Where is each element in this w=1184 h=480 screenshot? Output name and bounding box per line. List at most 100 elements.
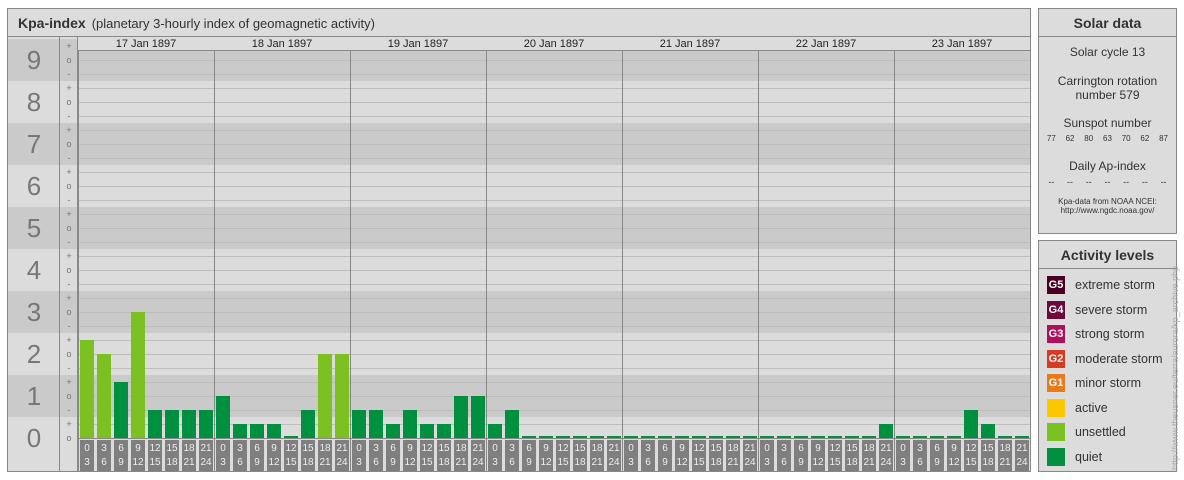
title: Kpa-index: [18, 15, 86, 31]
interval-start: 18: [455, 443, 467, 454]
gridline: [78, 242, 1030, 243]
interval-start: 15: [166, 443, 178, 454]
interval-label: 12 15: [828, 440, 842, 471]
interval-end: 15: [829, 457, 841, 468]
kp-bar: [131, 312, 145, 438]
kp-bar: [692, 436, 706, 438]
solar-cycle: Solar cycle 13: [1069, 45, 1146, 59]
interval-end: 6: [101, 457, 107, 468]
day-separator: [758, 37, 759, 471]
interval-start: 0: [356, 443, 362, 454]
kpa-chart-panel: Kpa-index (planetary 3-hourly index of ge…: [7, 8, 1031, 472]
day-date-label: 22 Jan 1897: [758, 37, 894, 51]
activity-levels-panel: Activity levels G5 extreme storm G4 severe …: [1038, 240, 1177, 472]
interval-label: 18 21: [182, 440, 196, 471]
minor-tick-label: +: [66, 167, 72, 177]
activity-legend: G5 extreme storm G4 severe storm G3 strong st…: [1039, 269, 1176, 469]
minor-tick-label: o: [66, 307, 72, 317]
kp-bar: [845, 436, 859, 438]
interval-start: 12: [285, 443, 297, 454]
gridline: [78, 270, 1030, 271]
watermark-url: http://www.theusner.eu/terra/aurora/kp_a…: [1170, 265, 1180, 470]
interval-end: 3: [900, 457, 906, 468]
interval-end: 3: [764, 457, 770, 468]
interval-label: 03: [352, 440, 366, 471]
interval-end: 3: [84, 457, 90, 468]
kp-bar: [114, 382, 128, 438]
interval-start: 18: [591, 443, 603, 454]
interval-start: 0: [84, 443, 90, 454]
interval-label: 12 15: [284, 440, 298, 471]
interval-label: 18 21: [590, 440, 604, 471]
kp-bar: [930, 436, 944, 438]
kp-bar: [896, 436, 910, 438]
kp-bar: [777, 436, 791, 438]
minor-tick-label: +: [66, 125, 72, 135]
ap-value: --: [1067, 177, 1074, 187]
legend-item: G3 strong storm: [1039, 322, 1176, 347]
minor-tick-label: -: [67, 237, 71, 247]
y-tick-label: 5: [26, 213, 42, 243]
kp-bar: [624, 436, 638, 438]
solar-data-title: Solar data: [1039, 9, 1176, 37]
gridline: [78, 144, 1030, 145]
sunspot-value: 63: [1103, 134, 1112, 143]
kp-bar: [573, 436, 587, 438]
day-date-label: 17 Jan 1897: [78, 37, 214, 51]
kp-bar: [80, 340, 94, 438]
kp-bar: [658, 436, 672, 438]
interval-start: 0: [220, 443, 226, 454]
gridline: [78, 130, 1030, 131]
kp-bar: [862, 436, 876, 438]
legend-item: G4 severe storm: [1039, 298, 1176, 323]
interval-end: 18: [710, 457, 722, 468]
kp-bar: [998, 436, 1012, 438]
y-tick-label: 9: [26, 45, 42, 75]
subtitle: (planetary 3-hourly index of geomagnetic…: [91, 16, 375, 31]
kp-bar: [148, 409, 162, 438]
interval-label: 15 18: [981, 440, 995, 471]
interval-end: 21: [591, 457, 603, 468]
interval-start: 15: [438, 443, 450, 454]
interval-end: 6: [509, 457, 515, 468]
y-tick-label: 6: [26, 171, 42, 201]
y-tick-label: 7: [26, 129, 42, 159]
interval-label: 15 18: [709, 440, 723, 471]
minor-tick-label: -: [67, 405, 71, 415]
interval-label: 21 24: [199, 440, 213, 471]
interval-start: 18: [727, 443, 739, 454]
interval-end: 15: [421, 457, 433, 468]
interval-end: 9: [526, 457, 532, 468]
interval-end: 12: [812, 457, 824, 468]
interval-label: 15 18: [437, 440, 451, 471]
kp-bar: [607, 436, 621, 438]
sunspot-value: 80: [1084, 134, 1094, 143]
interval-end: 6: [373, 457, 379, 468]
interval-end: 15: [557, 457, 569, 468]
interval-start: 3: [781, 443, 787, 454]
kp-bar: [794, 436, 808, 438]
minor-tick-label: -: [67, 69, 71, 79]
interval-label: 36: [641, 440, 655, 471]
legend-swatch: [1047, 423, 1065, 442]
legend-swatch: G5: [1047, 276, 1065, 295]
minor-tick-label: +: [66, 251, 72, 261]
interval-end: 3: [492, 457, 498, 468]
kp-bar: [199, 409, 213, 438]
minor-tick-label: +: [66, 335, 72, 345]
interval-end: 24: [744, 457, 756, 468]
interval-end: 12: [540, 457, 552, 468]
interval-label: 12 15: [148, 440, 162, 471]
legend-item: G1 minor storm: [1039, 371, 1176, 396]
gridline: [78, 186, 1030, 187]
kp-bar: [284, 436, 298, 438]
interval-label: 9 12: [947, 440, 961, 471]
kp-bar: [879, 424, 893, 438]
gridline: [78, 200, 1030, 201]
interval-start: 9: [815, 443, 821, 454]
day-separator: [622, 37, 623, 471]
interval-start: 9: [679, 443, 685, 454]
kp-bar: [165, 409, 179, 438]
interval-label: 18 21: [318, 440, 332, 471]
ap-value: --: [1160, 177, 1167, 187]
